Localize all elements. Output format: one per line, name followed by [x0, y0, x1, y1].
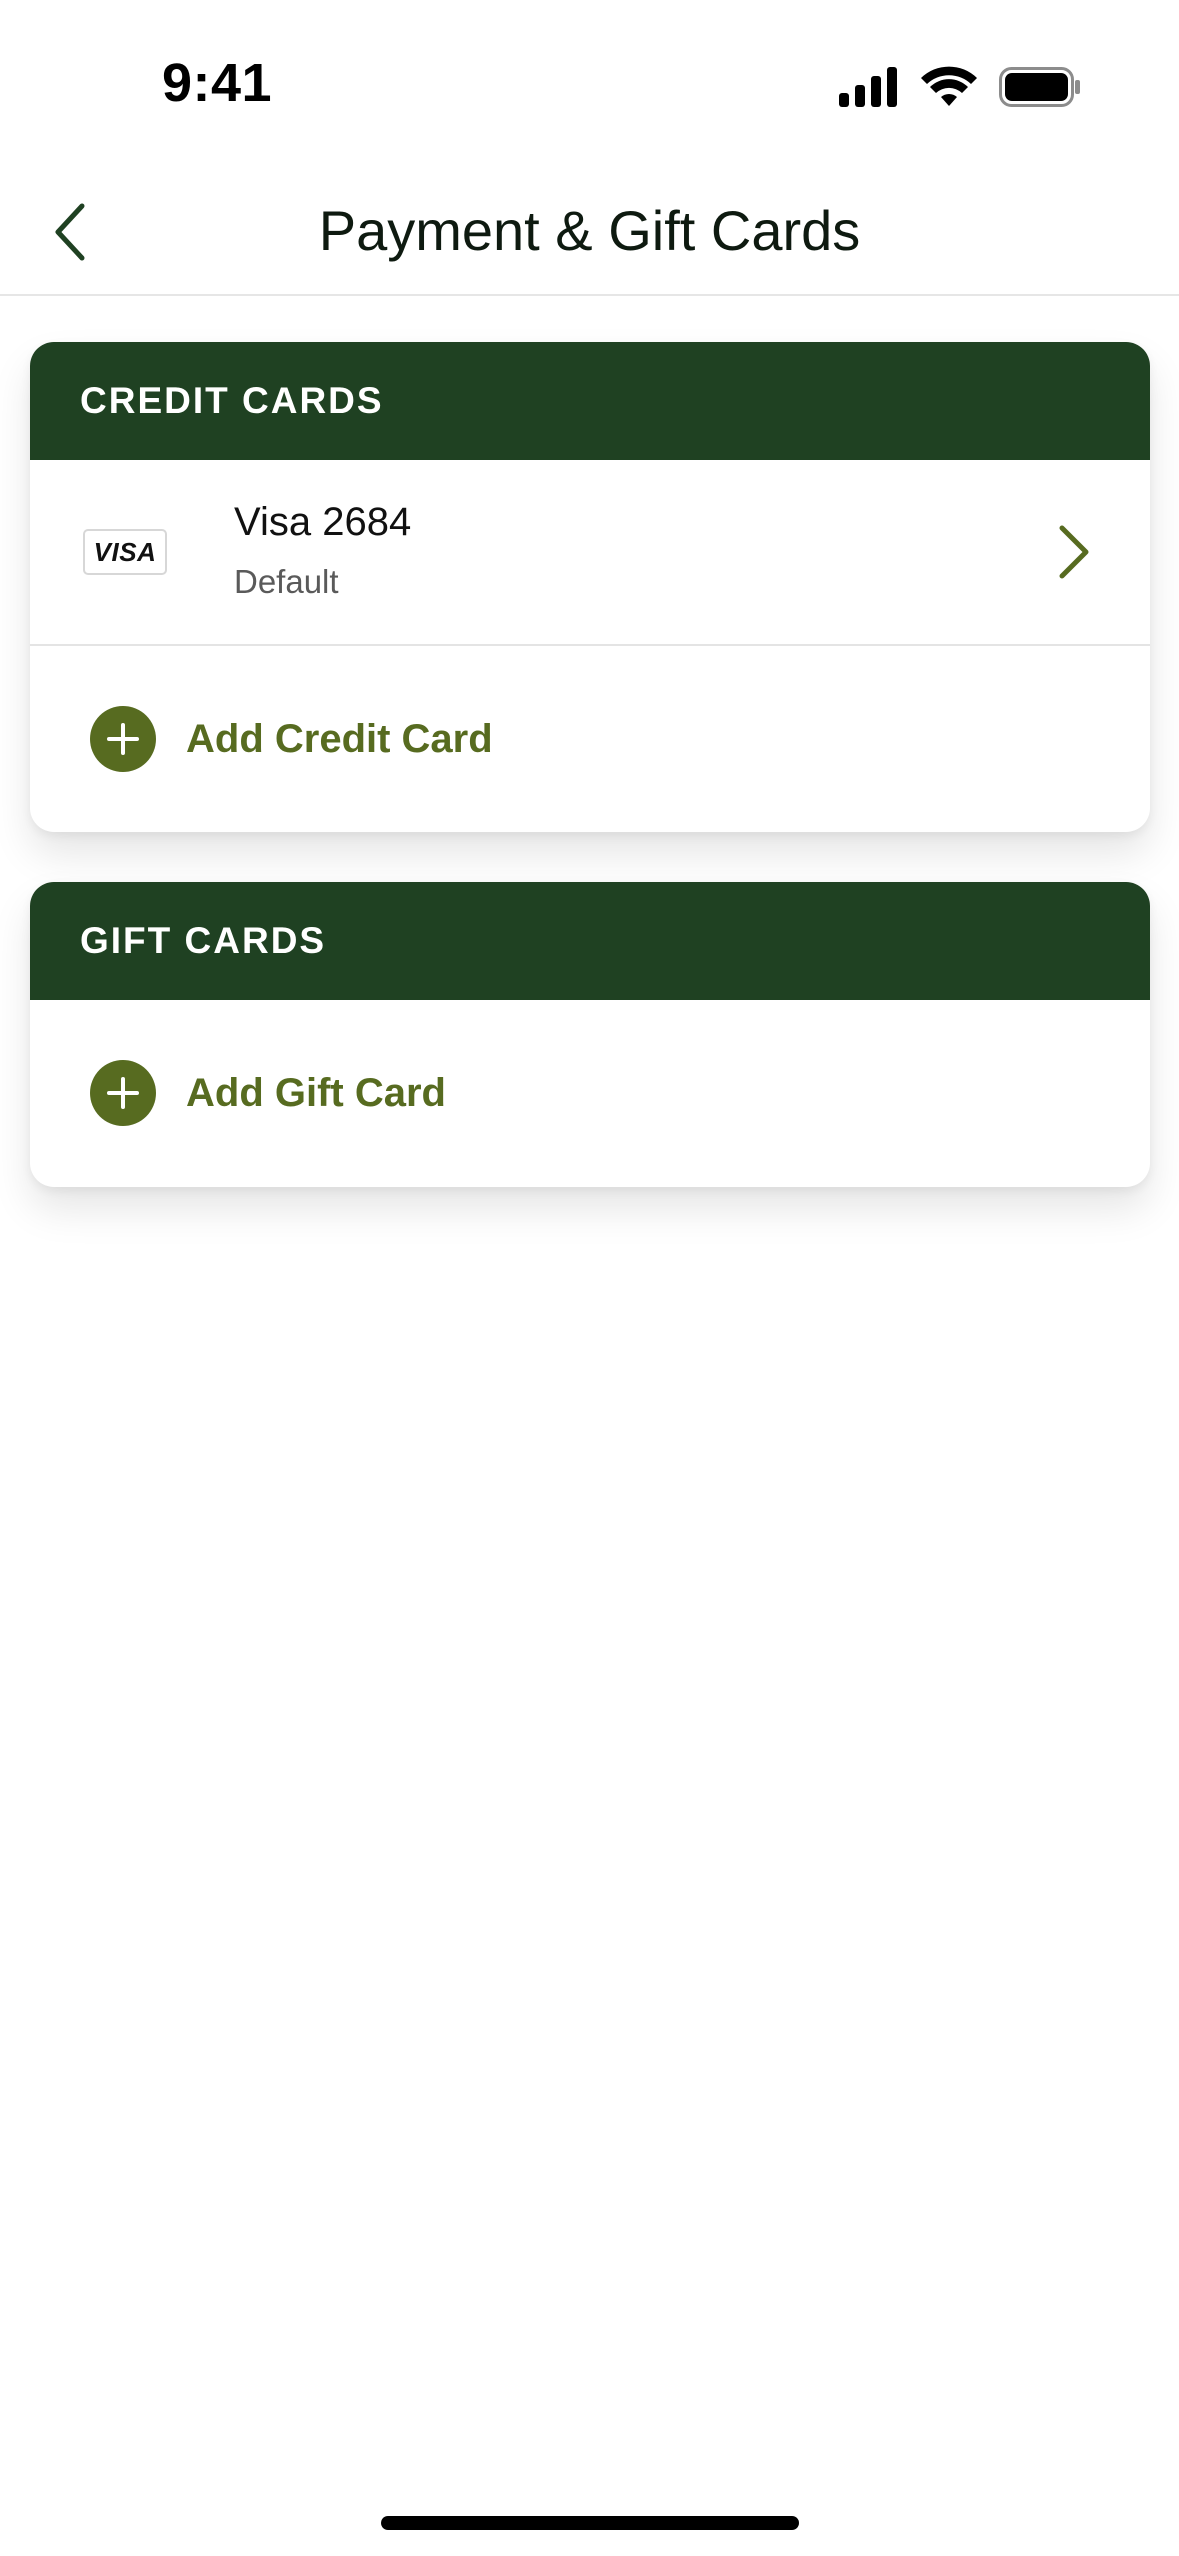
gift-cards-section: GIFT CARDS Add Gift Card [30, 882, 1150, 1187]
credit-cards-heading: CREDIT CARDS [80, 380, 384, 421]
nav-header: Payment & Gift Cards [0, 170, 1179, 296]
plus-icon [107, 723, 139, 755]
plus-circle-icon [90, 1060, 156, 1126]
credit-card-row[interactable]: VISA Visa 2684 Default [30, 460, 1150, 646]
status-icons [839, 62, 1081, 112]
gift-cards-heading: GIFT CARDS [80, 920, 327, 961]
add-gift-card-button[interactable]: Add Gift Card [30, 1000, 1150, 1186]
status-bar: 9:41 [0, 0, 1179, 170]
plus-icon [107, 1077, 139, 1109]
visa-logo-icon: VISA [83, 529, 167, 575]
add-credit-card-label: Add Credit Card [186, 716, 493, 761]
gift-cards-header: GIFT CARDS [30, 882, 1150, 1000]
battery-icon [999, 67, 1080, 107]
page-title: Payment & Gift Cards [318, 199, 861, 262]
credit-cards-header: CREDIT CARDS [30, 342, 1150, 460]
card-name: Visa 2684 [234, 500, 412, 544]
home-indicator[interactable] [381, 2516, 799, 2530]
cellular-signal-icon [839, 67, 897, 107]
chevron-right-icon [1059, 525, 1089, 579]
add-gift-card-label: Add Gift Card [186, 1070, 446, 1115]
credit-cards-section: CREDIT CARDS VISA Visa 2684 Default Add … [30, 342, 1150, 832]
plus-circle-icon [90, 706, 156, 772]
wifi-icon [921, 66, 977, 106]
card-default-label: Default [234, 563, 339, 600]
status-time: 9:41 [162, 53, 273, 113]
add-credit-card-button[interactable]: Add Credit Card [30, 646, 1150, 832]
